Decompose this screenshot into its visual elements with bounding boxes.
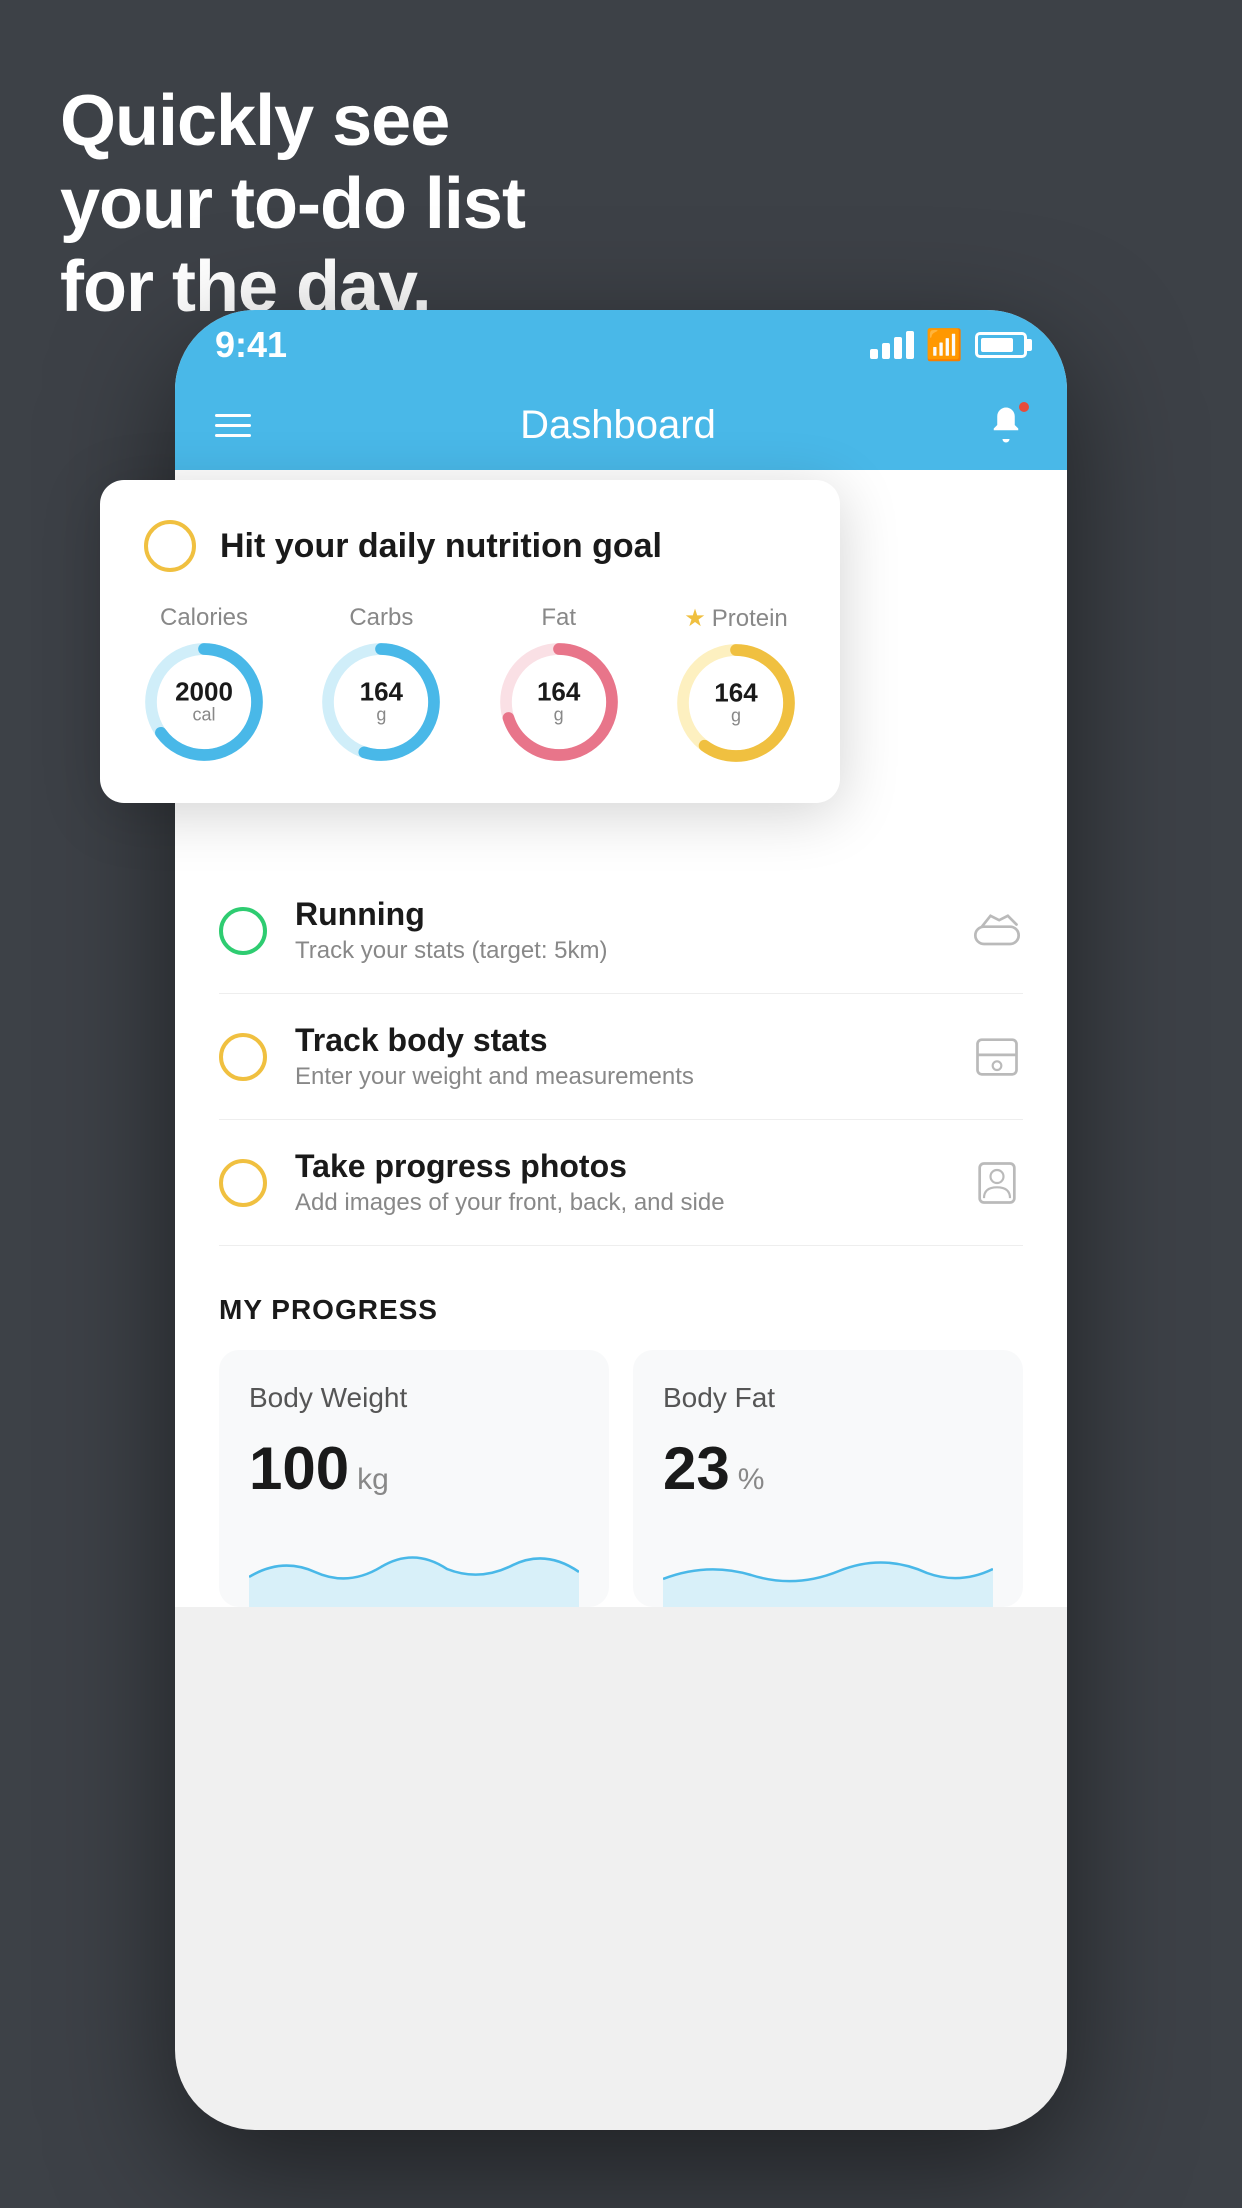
protein-label-row: ★ Protein xyxy=(684,604,788,633)
fat-unit: g xyxy=(537,705,580,726)
carbs-donut: 164 g xyxy=(321,642,441,762)
progress-cards: Body Weight 100 kg Body Fat xyxy=(219,1350,1023,1607)
hero-text: Quickly see your to-do list for the day. xyxy=(60,80,525,328)
todo-title-photos: Take progress photos xyxy=(295,1148,943,1185)
shoe-icon xyxy=(971,905,1023,957)
todo-title-body-stats: Track body stats xyxy=(295,1022,943,1059)
todo-item-running[interactable]: Running Track your stats (target: 5km) xyxy=(219,868,1023,994)
body-weight-value-row: 100 kg xyxy=(249,1434,579,1503)
body-weight-label: Body Weight xyxy=(249,1382,579,1414)
fat-label: Fat xyxy=(541,604,576,632)
protein-donut: 164 g xyxy=(676,643,796,763)
body-fat-label: Body Fat xyxy=(663,1382,993,1414)
todo-item-body-stats[interactable]: Track body stats Enter your weight and m… xyxy=(219,994,1023,1120)
protein-value: 164 xyxy=(714,680,757,706)
progress-section: MY PROGRESS Body Weight 100 kg xyxy=(175,1246,1067,1607)
body-fat-value-row: 23 % xyxy=(663,1434,993,1503)
nutrition-card-title: Hit your daily nutrition goal xyxy=(220,527,662,566)
body-weight-card[interactable]: Body Weight 100 kg xyxy=(219,1350,609,1607)
status-icons: 📶 xyxy=(870,328,1027,363)
nutrition-card-header: Hit your daily nutrition goal xyxy=(144,520,796,572)
scale-icon xyxy=(971,1031,1023,1083)
todo-checkbox-photos[interactable] xyxy=(219,1159,267,1207)
nutrition-circles: Calories 2000 cal Carbs xyxy=(144,604,796,763)
nutrition-item-calories: Calories 2000 cal xyxy=(144,604,264,762)
calories-unit: cal xyxy=(175,705,233,726)
todo-subtitle-running: Track your stats (target: 5km) xyxy=(295,937,943,965)
notification-badge xyxy=(1017,400,1031,414)
todo-title-running: Running xyxy=(295,896,943,933)
calories-label: Calories xyxy=(160,604,248,632)
status-time: 9:41 xyxy=(215,324,287,366)
body-weight-wave xyxy=(249,1527,579,1607)
nutrition-item-carbs: Carbs 164 g xyxy=(321,604,441,762)
header-title: Dashboard xyxy=(520,403,716,448)
carbs-label: Carbs xyxy=(349,604,413,632)
menu-button[interactable] xyxy=(215,414,251,437)
todo-item-photos[interactable]: Take progress photos Add images of your … xyxy=(219,1120,1023,1246)
todo-subtitle-photos: Add images of your front, back, and side xyxy=(295,1189,943,1217)
person-icon xyxy=(971,1157,1023,1209)
notification-button[interactable] xyxy=(985,404,1027,446)
signal-icon xyxy=(870,331,914,359)
wifi-icon: 📶 xyxy=(926,328,963,363)
todo-text-running: Running Track your stats (target: 5km) xyxy=(295,896,943,965)
body-weight-unit: kg xyxy=(357,1463,389,1497)
status-bar: 9:41 📶 xyxy=(175,310,1067,380)
protein-unit: g xyxy=(714,706,757,727)
todo-text-body-stats: Track body stats Enter your weight and m… xyxy=(295,1022,943,1091)
todo-checkbox-body-stats[interactable] xyxy=(219,1033,267,1081)
todo-text-photos: Take progress photos Add images of your … xyxy=(295,1148,943,1217)
battery-icon xyxy=(975,332,1027,358)
calories-value: 2000 xyxy=(175,679,233,705)
nutrition-item-fat: Fat 164 g xyxy=(499,604,619,762)
nutrition-item-protein: ★ Protein 164 g xyxy=(676,604,796,763)
nutrition-card: Hit your daily nutrition goal Calories 2… xyxy=(100,480,840,803)
body-fat-value: 23 xyxy=(663,1434,730,1503)
nutrition-checkbox[interactable] xyxy=(144,520,196,572)
carbs-unit: g xyxy=(360,705,403,726)
carbs-value: 164 xyxy=(360,679,403,705)
body-weight-value: 100 xyxy=(249,1434,349,1503)
body-fat-card[interactable]: Body Fat 23 % xyxy=(633,1350,1023,1607)
star-icon: ★ xyxy=(684,604,706,633)
protein-label: Protein xyxy=(712,605,788,633)
progress-section-title: MY PROGRESS xyxy=(219,1294,1023,1326)
fat-value: 164 xyxy=(537,679,580,705)
todo-subtitle-body-stats: Enter your weight and measurements xyxy=(295,1063,943,1091)
todo-checkbox-running[interactable] xyxy=(219,907,267,955)
fat-donut: 164 g xyxy=(499,642,619,762)
body-fat-unit: % xyxy=(738,1463,765,1497)
body-fat-wave xyxy=(663,1527,993,1607)
app-header: Dashboard xyxy=(175,380,1067,470)
calories-donut: 2000 cal xyxy=(144,642,264,762)
todo-list: Running Track your stats (target: 5km) T… xyxy=(175,868,1067,1246)
